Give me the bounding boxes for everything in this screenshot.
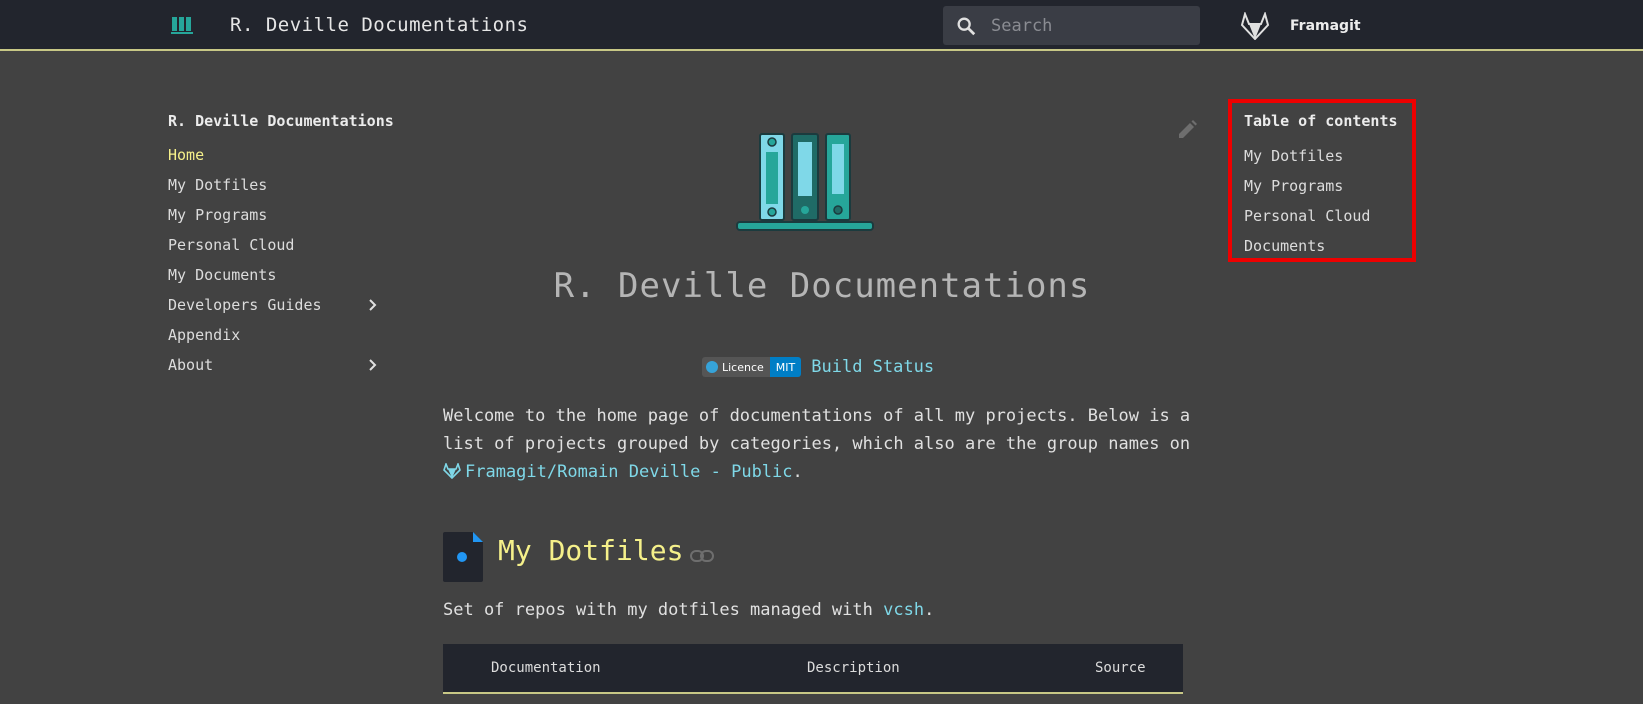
gitlab-icon bbox=[443, 463, 461, 479]
vcsh-link[interactable]: vcsh bbox=[883, 600, 924, 620]
intro-text: Welcome to the home page of documentatio… bbox=[443, 406, 1191, 454]
chevron-right-icon bbox=[369, 359, 377, 371]
section-title-my-dotfiles: My Dotfiles bbox=[498, 534, 684, 567]
search-icon bbox=[957, 17, 976, 36]
badges-row: Licence MIT Build Status bbox=[702, 356, 934, 378]
toc-title: Table of contents bbox=[1244, 112, 1398, 130]
badge-logo-icon bbox=[706, 361, 718, 373]
toc-item-documents[interactable]: Documents bbox=[1244, 231, 1412, 261]
intro-paragraph: Welcome to the home page of documentatio… bbox=[443, 402, 1203, 486]
section-desc-end: . bbox=[924, 600, 935, 620]
site-title[interactable]: R. Deville Documentations bbox=[230, 14, 528, 36]
nav-item-my-dotfiles[interactable]: My Dotfiles bbox=[168, 170, 400, 200]
repo-name: Framagit bbox=[1290, 18, 1361, 34]
table-of-contents: Table of contents My Dotfiles My Program… bbox=[1228, 99, 1416, 262]
permalink-icon[interactable] bbox=[690, 548, 714, 564]
bookshelf-logo-icon[interactable] bbox=[170, 15, 194, 35]
file-icon bbox=[443, 532, 483, 582]
dotfiles-table-header: Documentation Description Source bbox=[443, 644, 1183, 694]
header-bar: R. Deville Documentations Framagit bbox=[0, 0, 1643, 51]
primary-nav: R. Deville Documentations Home My Dotfil… bbox=[168, 110, 400, 380]
intro-end: . bbox=[792, 462, 803, 482]
bookshelf-hero-icon bbox=[736, 133, 874, 231]
nav-item-label: Developers Guides bbox=[168, 296, 322, 314]
nav-item-developers-guides[interactable]: Developers Guides bbox=[168, 290, 400, 320]
badge-left: Licence bbox=[702, 357, 770, 377]
gitlab-icon bbox=[1240, 12, 1270, 40]
column-header-source: Source bbox=[1095, 660, 1146, 676]
nav-item-my-programs[interactable]: My Programs bbox=[168, 200, 400, 230]
page-title: R. Deville Documentations bbox=[553, 266, 1091, 306]
section-desc-text: Set of repos with my dotfiles managed wi… bbox=[443, 600, 884, 620]
edit-pencil-icon[interactable] bbox=[1175, 118, 1199, 142]
nav-item-my-documents[interactable]: My Documents bbox=[168, 260, 400, 290]
nav-item-label: About bbox=[168, 356, 214, 374]
licence-badge[interactable]: Licence MIT bbox=[702, 357, 802, 377]
badge-left-label: Licence bbox=[722, 360, 764, 374]
framagit-group-link[interactable]: Framagit/Romain Deville - Public bbox=[465, 462, 793, 482]
chevron-right-icon bbox=[369, 299, 377, 311]
section-description: Set of repos with my dotfiles managed wi… bbox=[443, 600, 934, 620]
nav-item-appendix[interactable]: Appendix bbox=[168, 320, 400, 350]
column-header-description: Description bbox=[807, 660, 900, 676]
toc-item-personal-cloud[interactable]: Personal Cloud bbox=[1244, 201, 1412, 231]
toc-item-my-dotfiles[interactable]: My Dotfiles bbox=[1244, 141, 1412, 171]
toc-item-my-programs[interactable]: My Programs bbox=[1244, 171, 1412, 201]
nav-item-personal-cloud[interactable]: Personal Cloud bbox=[168, 230, 400, 260]
search-box[interactable] bbox=[943, 6, 1200, 45]
nav-item-home[interactable]: Home bbox=[168, 140, 400, 170]
nav-title: R. Deville Documentations bbox=[168, 112, 394, 130]
nav-item-about[interactable]: About bbox=[168, 350, 400, 380]
column-header-documentation: Documentation bbox=[491, 660, 601, 676]
badge-right-label: MIT bbox=[769, 357, 802, 377]
build-status-link[interactable]: Build Status bbox=[811, 357, 934, 377]
search-input[interactable] bbox=[991, 6, 1191, 45]
repo-link[interactable]: Framagit bbox=[1240, 10, 1361, 42]
